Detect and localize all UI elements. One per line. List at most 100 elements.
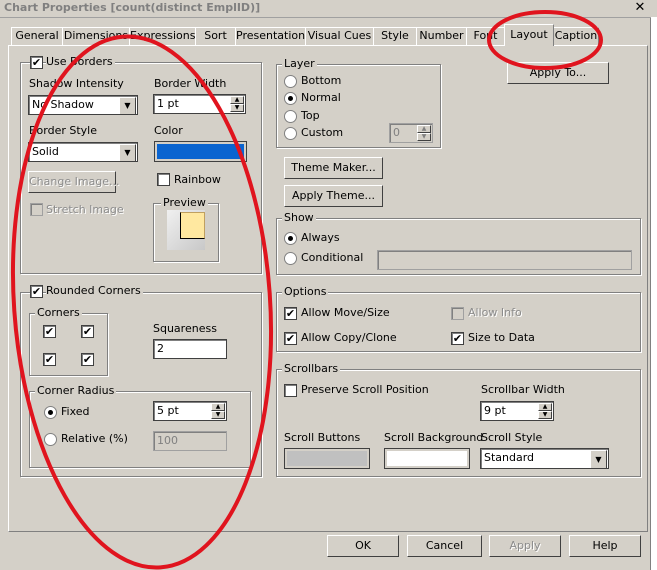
show-conditional-label: Conditional [301,251,364,264]
spin-down-icon[interactable]: ▼ [230,104,244,112]
scrollbar-width-spinner[interactable]: ▲ ▼ [538,403,552,419]
relative-radio[interactable] [44,433,57,446]
preview-image [167,210,205,250]
show-label: Show [282,211,316,224]
tab-font[interactable]: Font [466,27,505,45]
use-borders-checkbox[interactable]: ✔ [30,56,43,69]
layer-custom-radio[interactable] [284,127,297,140]
corner-top-left-checkbox[interactable]: ✔ [43,325,56,338]
cancel-button[interactable]: Cancel [407,535,482,557]
layer-normal-radio[interactable] [284,92,297,105]
border-width-spinner[interactable]: ▲ ▼ [230,96,244,112]
show-conditional-radio[interactable] [284,252,297,265]
fixed-radius-input[interactable]: 5 pt ▲ ▼ [153,401,227,421]
tab-general[interactable]: General [11,27,63,45]
tab-presentation[interactable]: Presentation [235,27,306,45]
layer-bottom-label: Bottom [301,74,342,87]
ok-button[interactable]: OK [327,535,399,557]
border-style-label: Border Style [29,124,98,137]
show-condition-input[interactable] [377,250,632,270]
rainbow-label: Rainbow [174,173,221,186]
spin-down-icon[interactable]: ▼ [538,411,552,419]
layer-top-radio[interactable] [284,110,297,123]
stretch-image-label: Stretch Image [46,203,124,216]
allow-info-label: Allow Info [468,306,522,319]
show-always-label: Always [301,231,340,244]
apply-button[interactable]: Apply [489,535,561,557]
squareness-input[interactable]: 2 [153,339,227,359]
spin-up-icon[interactable]: ▲ [538,403,552,411]
change-image-button[interactable]: Change Image... [28,171,120,193]
shadow-intensity-value: No Shadow [32,98,94,111]
chart-properties-dialog: Chart Properties [count(distinct EmplID)… [0,0,657,570]
options-label: Options [282,285,329,298]
spin-up-icon[interactable]: ▲ [417,125,431,133]
squareness-label: Squareness [153,322,217,335]
scroll-style-select[interactable]: Standard ▼ [480,448,609,469]
preserve-scroll-checkbox[interactable] [284,384,297,397]
shadow-intensity-label: Shadow Intensity [29,77,124,90]
layer-custom-input[interactable]: 0 ▲ ▼ [389,123,433,143]
scroll-buttons-color[interactable] [284,448,370,469]
scrollbar-width-input[interactable]: 9 pt ▲ ▼ [480,401,554,421]
corner-bottom-left-checkbox[interactable]: ✔ [43,353,56,366]
allow-move-checkbox[interactable]: ✔ [284,307,297,320]
corner-radius-label: Corner Radius [35,384,117,397]
rounded-corners-checkbox[interactable]: ✔ [30,285,43,298]
allow-copy-label: Allow Copy/Clone [301,331,397,344]
layer-custom-value: 0 [393,126,400,139]
spin-up-icon[interactable]: ▲ [230,96,244,104]
spin-down-icon[interactable]: ▼ [417,133,431,141]
fixed-radio[interactable] [44,406,57,419]
allow-info-checkbox[interactable] [451,307,464,320]
scroll-background-color[interactable] [384,448,470,469]
close-icon[interactable]: ✕ [633,1,647,14]
corner-bottom-right-checkbox[interactable]: ✔ [81,353,94,366]
scroll-style-label: Scroll Style [481,431,543,444]
layer-top-label: Top [301,109,320,122]
border-width-input[interactable]: 1 pt ▲ ▼ [153,94,246,114]
help-button[interactable]: Help [569,535,641,557]
theme-maker-button[interactable]: Theme Maker... [284,157,383,179]
corners-label: Corners [35,306,82,319]
fixed-radius-spinner[interactable]: ▲ ▼ [211,403,225,419]
tab-style[interactable]: Style [373,27,417,45]
shadow-intensity-select[interactable]: No Shadow ▼ [28,95,138,115]
border-style-select[interactable]: Solid ▼ [28,142,138,162]
tab-dimensions[interactable]: Dimensions [62,27,130,45]
scroll-background-label: Scroll Background [384,431,484,444]
apply-to-button[interactable]: Apply To... [507,62,609,84]
dialog-title: Chart Properties [count(distinct EmplID)… [4,1,261,14]
allow-copy-checkbox[interactable]: ✔ [284,332,297,345]
stretch-image-checkbox[interactable] [30,203,43,216]
layer-custom-spinner[interactable]: ▲ ▼ [417,125,431,141]
color-label: Color [154,124,183,137]
tab-expressions[interactable]: Expressions [129,27,196,45]
tab-caption[interactable]: Caption [553,27,599,45]
rainbow-checkbox[interactable] [157,173,170,186]
tab-sort[interactable]: Sort [195,27,236,45]
spin-down-icon[interactable]: ▼ [211,411,225,419]
corner-top-right-checkbox[interactable]: ✔ [81,325,94,338]
corners-group [29,313,108,376]
show-always-radio[interactable] [284,232,297,245]
preview-label: Preview [161,196,208,209]
scrollbars-label: Scrollbars [282,362,341,375]
apply-theme-button[interactable]: Apply Theme... [284,185,383,207]
layer-normal-label: Normal [301,91,341,104]
chevron-down-icon[interactable]: ▼ [590,450,607,468]
scroll-style-value: Standard [484,451,535,464]
border-color-button[interactable] [154,141,247,162]
chevron-down-icon[interactable]: ▼ [119,144,136,161]
chevron-down-icon[interactable]: ▼ [119,97,136,114]
relative-label: Relative (%) [61,432,128,445]
color-fill [157,144,244,159]
tab-layout[interactable]: Layout [504,24,554,46]
layer-label: Layer [282,57,317,70]
size-to-data-checkbox[interactable]: ✔ [451,332,464,345]
layer-bottom-radio[interactable] [284,75,297,88]
tab-visual-cues[interactable]: Visual Cues [305,27,374,45]
relative-input[interactable]: 100 [153,431,227,451]
tab-number[interactable]: Number [416,27,467,45]
spin-up-icon[interactable]: ▲ [211,403,225,411]
